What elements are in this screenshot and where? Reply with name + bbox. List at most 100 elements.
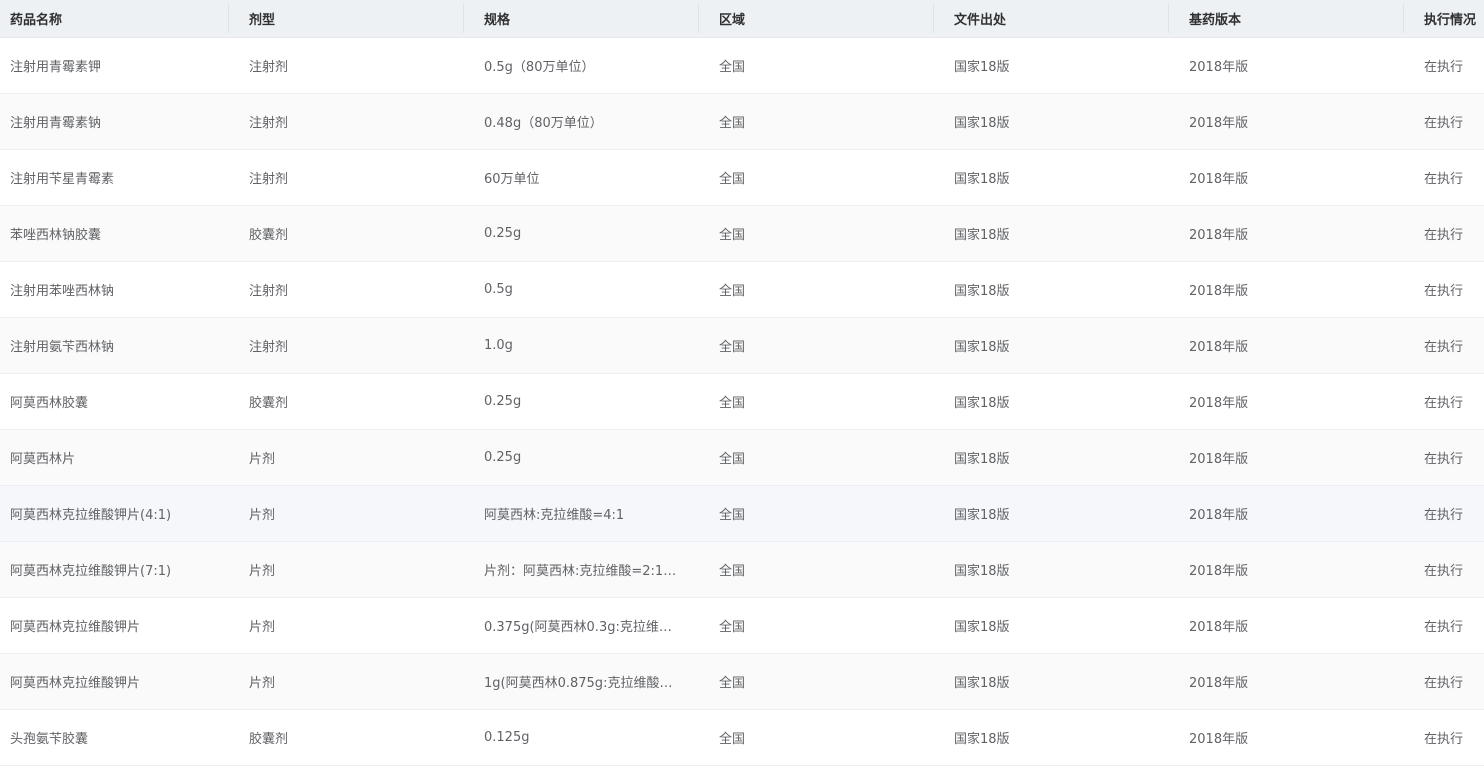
cell-edition: 2018年版 [1179,429,1414,486]
cell-drug-name: 注射用青霉素钾 [0,37,239,94]
cell-specification: 0.5g（80万单位） [474,37,709,94]
cell-drug-name: 注射用氨苄西林钠 [0,317,239,374]
cell-drug-name: 头孢氨苄胶囊 [0,709,239,766]
cell-region: 全国 [709,149,944,206]
cell-status: 在执行 [1414,485,1484,542]
cell-status: 在执行 [1414,541,1484,598]
cell-dosage-form: 片剂 [239,485,474,542]
cell-region: 全国 [709,709,944,766]
table-row[interactable]: 注射用苄星青霉素 注射剂 60万单位 全国 国家18版 2018年版 在执行 [0,149,1484,206]
column-header-specification[interactable]: 规格 [474,0,709,38]
cell-edition: 2018年版 [1179,485,1414,542]
cell-document-source: 国家18版 [944,149,1179,206]
cell-edition: 2018年版 [1179,541,1414,598]
cell-edition: 2018年版 [1179,317,1414,374]
column-header-edition[interactable]: 基药版本 [1179,0,1414,38]
cell-dosage-form: 注射剂 [239,37,474,94]
cell-status: 在执行 [1414,653,1484,710]
drug-table: 药品名称 剂型 规格 区域 文件出处 基药版本 执行情况 注射用青霉素钾 注射剂 0.5g（80… [0,0,1484,766]
cell-drug-name: 注射用苄星青霉素 [0,149,239,206]
cell-edition: 2018年版 [1179,597,1414,654]
cell-region: 全国 [709,597,944,654]
column-header-region[interactable]: 区域 [709,0,944,38]
cell-drug-name: 阿莫西林片 [0,429,239,486]
cell-drug-name: 苯唑西林钠胶囊 [0,205,239,262]
cell-drug-name: 阿莫西林克拉维酸钾片 [0,653,239,710]
table-row[interactable]: 阿莫西林片 片剂 0.25g 全国 国家18版 2018年版 在执行 [0,429,1484,486]
table-row[interactable]: 阿莫西林克拉维酸钾片(7:1) 片剂 片剂：阿莫西林:克拉维酸=2:1、... 全国国… [0,541,1484,598]
cell-status: 在执行 [1414,709,1484,766]
cell-document-source: 国家18版 [944,653,1179,710]
cell-specification: 片剂：阿莫西林:克拉维酸=2:1、... [474,541,709,598]
cell-document-source: 国家18版 [944,429,1179,486]
cell-status: 在执行 [1414,597,1484,654]
cell-drug-name: 阿莫西林胶囊 [0,373,239,430]
cell-specification: 0.5g [474,261,709,318]
cell-dosage-form: 片剂 [239,653,474,710]
cell-dosage-form: 胶囊剂 [239,205,474,262]
cell-specification: 0.48g（80万单位） [474,93,709,150]
cell-dosage-form: 胶囊剂 [239,709,474,766]
table-header: 药品名称 剂型 规格 区域 文件出处 基药版本 执行情况 [0,0,1484,38]
cell-status: 在执行 [1414,317,1484,374]
table-row[interactable]: 注射用苯唑西林钠 注射剂 0.5g 全国 国家18版 2018年版 在执行 [0,261,1484,318]
cell-edition: 2018年版 [1179,37,1414,94]
column-header-drug-name[interactable]: 药品名称 [0,0,239,38]
cell-edition: 2018年版 [1179,373,1414,430]
table-row[interactable]: 阿莫西林克拉维酸钾片(4:1) 片剂 阿莫西林:克拉维酸=4:1 全国 国家18版 201… [0,485,1484,542]
cell-region: 全国 [709,93,944,150]
cell-region: 全国 [709,37,944,94]
cell-edition: 2018年版 [1179,93,1414,150]
table-row[interactable]: 阿莫西林胶囊 胶囊剂 0.25g 全国 国家18版 2018年版 在执行 [0,373,1484,430]
table-row[interactable]: 阿莫西林克拉维酸钾片 片剂 1g(阿莫西林0.875g:克拉维酸0.1... 全国 国家… [0,653,1484,710]
cell-specification: 0.375g(阿莫西林0.3g:克拉维酸7... [474,597,709,654]
cell-specification: 60万单位 [474,149,709,206]
cell-specification: 1g(阿莫西林0.875g:克拉维酸0.1... [474,653,709,710]
table-row[interactable]: 注射用青霉素钠 注射剂 0.48g（80万单位） 全国 国家18版 2018年版 在执行 [0,93,1484,150]
cell-region: 全国 [709,429,944,486]
cell-document-source: 国家18版 [944,541,1179,598]
column-header-document-source[interactable]: 文件出处 [944,0,1179,38]
cell-status: 在执行 [1414,373,1484,430]
table-row[interactable]: 阿莫西林克拉维酸钾片 片剂 0.375g(阿莫西林0.3g:克拉维酸7... 全国 国家… [0,597,1484,654]
cell-document-source: 国家18版 [944,205,1179,262]
cell-edition: 2018年版 [1179,149,1414,206]
cell-specification: 0.25g [474,373,709,430]
cell-specification: 0.25g [474,429,709,486]
cell-region: 全国 [709,205,944,262]
column-header-dosage-form[interactable]: 剂型 [239,0,474,38]
cell-specification: 0.125g [474,709,709,766]
cell-document-source: 国家18版 [944,597,1179,654]
cell-specification: 阿莫西林:克拉维酸=4:1 [474,485,709,542]
cell-drug-name: 注射用青霉素钠 [0,93,239,150]
cell-dosage-form: 注射剂 [239,93,474,150]
cell-drug-name: 注射用苯唑西林钠 [0,261,239,318]
cell-document-source: 国家18版 [944,373,1179,430]
cell-drug-name: 阿莫西林克拉维酸钾片(4:1) [0,485,239,542]
table-row[interactable]: 注射用青霉素钾 注射剂 0.5g（80万单位） 全国 国家18版 2018年版 在执行 [0,37,1484,94]
cell-status: 在执行 [1414,149,1484,206]
cell-drug-name: 阿莫西林克拉维酸钾片(7:1) [0,541,239,598]
cell-edition: 2018年版 [1179,653,1414,710]
cell-edition: 2018年版 [1179,205,1414,262]
cell-dosage-form: 注射剂 [239,261,474,318]
cell-drug-name: 阿莫西林克拉维酸钾片 [0,597,239,654]
cell-region: 全国 [709,261,944,318]
cell-region: 全国 [709,653,944,710]
cell-status: 在执行 [1414,37,1484,94]
cell-document-source: 国家18版 [944,93,1179,150]
cell-dosage-form: 片剂 [239,597,474,654]
cell-document-source: 国家18版 [944,37,1179,94]
cell-dosage-form: 注射剂 [239,317,474,374]
cell-document-source: 国家18版 [944,485,1179,542]
cell-status: 在执行 [1414,261,1484,318]
cell-region: 全国 [709,373,944,430]
table-row[interactable]: 头孢氨苄胶囊 胶囊剂 0.125g 全国 国家18版 2018年版 在执行 [0,709,1484,766]
cell-edition: 2018年版 [1179,709,1414,766]
column-header-status[interactable]: 执行情况 [1414,0,1484,38]
cell-dosage-form: 注射剂 [239,149,474,206]
table-row[interactable]: 苯唑西林钠胶囊 胶囊剂 0.25g 全国 国家18版 2018年版 在执行 [0,205,1484,262]
table-row[interactable]: 注射用氨苄西林钠 注射剂 1.0g 全国 国家18版 2018年版 在执行 [0,317,1484,374]
cell-status: 在执行 [1414,429,1484,486]
cell-region: 全国 [709,485,944,542]
